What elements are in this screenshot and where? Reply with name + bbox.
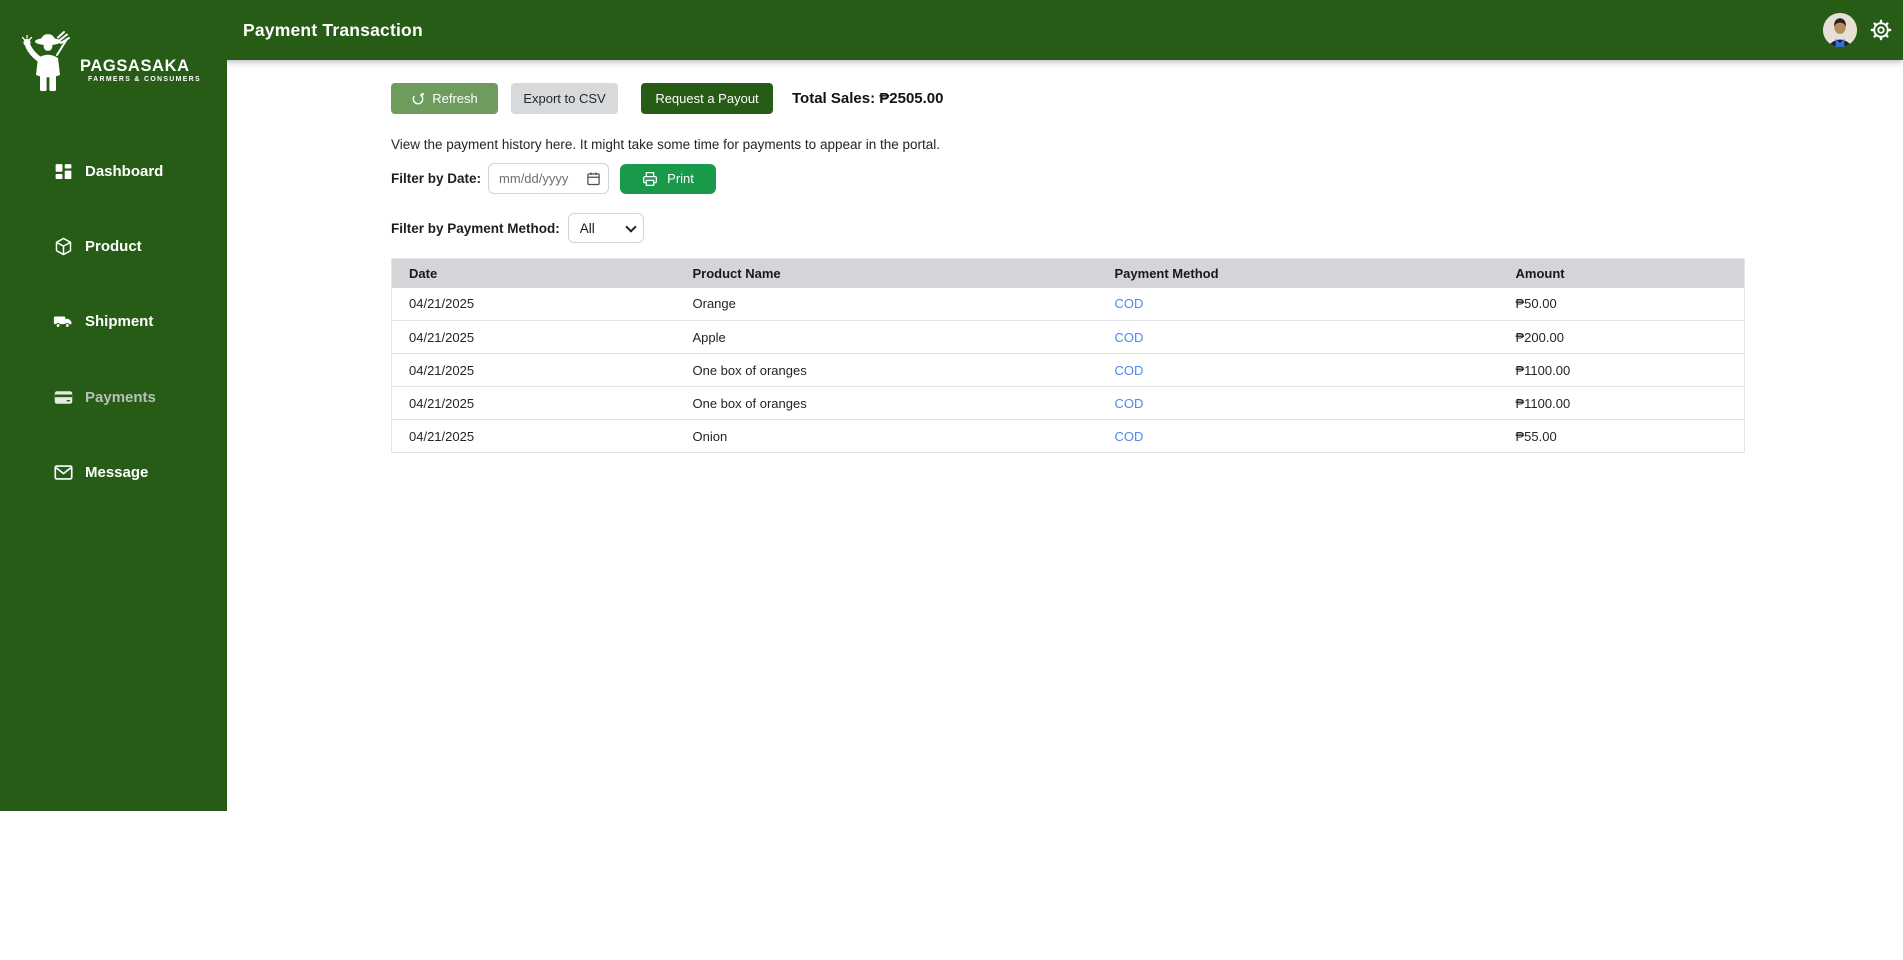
sidebar-item-payments[interactable]: Payments: [0, 379, 227, 415]
col-header-amount: Amount: [1498, 258, 1745, 288]
cod-link[interactable]: COD: [1115, 396, 1144, 411]
sidebar-item-label: Product: [85, 237, 142, 255]
col-header-date: Date: [391, 258, 676, 288]
table-row: 04/21/2025 One box of oranges COD ₱1100.…: [391, 353, 1745, 387]
cell-date: 04/21/2025: [391, 287, 676, 321]
sidebar-item-label: Message: [85, 463, 149, 481]
total-sales-value: ₱2505.00: [879, 90, 944, 107]
envelope-icon: [53, 462, 74, 483]
date-filter-input[interactable]: [488, 163, 610, 194]
refresh-icon: [411, 92, 425, 106]
sidebar-item-product[interactable]: Product: [0, 228, 227, 264]
settings-gear-icon[interactable]: [1870, 19, 1892, 41]
cell-product: One box of oranges: [675, 386, 1098, 420]
logo-title: PAGSASAKA: [80, 57, 190, 75]
col-header-product: Product Name: [675, 258, 1098, 288]
printer-icon: [642, 171, 658, 187]
avatar-photo: [1823, 13, 1857, 47]
export-csv-button[interactable]: Export to CSV: [511, 83, 618, 114]
box-icon: [53, 236, 74, 257]
cod-link[interactable]: COD: [1115, 363, 1144, 378]
sidebar-item-message[interactable]: Message: [0, 454, 227, 490]
print-button[interactable]: Print: [620, 163, 717, 194]
refresh-button[interactable]: Refresh: [391, 83, 498, 114]
request-payout-button[interactable]: Request a Payout: [641, 83, 773, 114]
print-label: Print: [667, 171, 694, 186]
cod-link[interactable]: COD: [1115, 296, 1144, 311]
topbar: Payment Transaction: [0, 0, 1903, 60]
cell-amount: ₱200.00: [1498, 320, 1745, 354]
avatar[interactable]: [1823, 13, 1857, 47]
sidebar: PAGSASAKA FARMERS & CONSUMERS Dashboard …: [0, 0, 227, 811]
method-filter-row: Filter by Payment Method: All: [391, 213, 644, 243]
cell-date: 04/21/2025: [391, 353, 676, 387]
sidebar-item-label: Shipment: [85, 312, 154, 330]
cell-date: 04/21/2025: [391, 320, 676, 354]
info-text: View the payment history here. It might …: [391, 137, 941, 152]
payments-table: Date Product Name Payment Method Amount …: [391, 258, 1745, 453]
method-filter-label: Filter by Payment Method:: [391, 220, 560, 236]
table-row: 04/21/2025 Orange COD ₱50.00: [391, 287, 1745, 321]
logo-subtitle: FARMERS & CONSUMERS: [88, 76, 201, 83]
cod-link[interactable]: COD: [1115, 429, 1144, 444]
table-row: 04/21/2025 One box of oranges COD ₱1100.…: [391, 386, 1745, 420]
table-header-row: Date Product Name Payment Method Amount: [391, 258, 1745, 288]
sidebar-item-dashboard[interactable]: Dashboard: [0, 153, 227, 189]
col-header-method: Payment Method: [1097, 258, 1499, 288]
farmer-logo-icon: [21, 31, 70, 91]
table-row: 04/21/2025 Apple COD ₱200.00: [391, 320, 1745, 354]
toolbar: Refresh Export to CSV Request a Payout T…: [391, 83, 944, 114]
sidebar-item-label: Dashboard: [85, 162, 164, 180]
credit-card-icon: [53, 387, 74, 408]
cell-date: 04/21/2025: [391, 419, 676, 453]
sidebar-item-label: Payments: [85, 388, 156, 406]
payment-method-select[interactable]: All: [567, 213, 644, 243]
refresh-label: Refresh: [432, 91, 478, 106]
date-filter-label: Filter by Date:: [391, 171, 482, 186]
sidebar-item-shipment[interactable]: Shipment: [0, 303, 227, 339]
cell-product: Onion: [675, 419, 1098, 453]
cod-link[interactable]: COD: [1115, 330, 1144, 345]
table-row: 04/21/2025 Onion COD ₱55.00: [391, 419, 1745, 453]
cell-product: Apple: [675, 320, 1098, 354]
cell-amount: ₱1100.00: [1498, 353, 1745, 387]
cell-product: Orange: [675, 287, 1098, 321]
cell-date: 04/21/2025: [391, 386, 676, 420]
cell-amount: ₱1100.00: [1498, 386, 1745, 420]
topbar-actions: [1823, 0, 1892, 60]
total-sales: Total Sales: ₱2505.00: [792, 90, 944, 107]
total-sales-label: Total Sales:: [792, 90, 876, 107]
date-filter-row: Filter by Date: Print: [391, 163, 717, 194]
dashboard-grid-icon: [53, 161, 74, 182]
page-title: Payment Transaction: [243, 20, 423, 40]
cell-amount: ₱50.00: [1498, 287, 1745, 321]
cell-amount: ₱55.00: [1498, 419, 1745, 453]
truck-icon: [53, 311, 74, 332]
cell-product: One box of oranges: [675, 353, 1098, 387]
